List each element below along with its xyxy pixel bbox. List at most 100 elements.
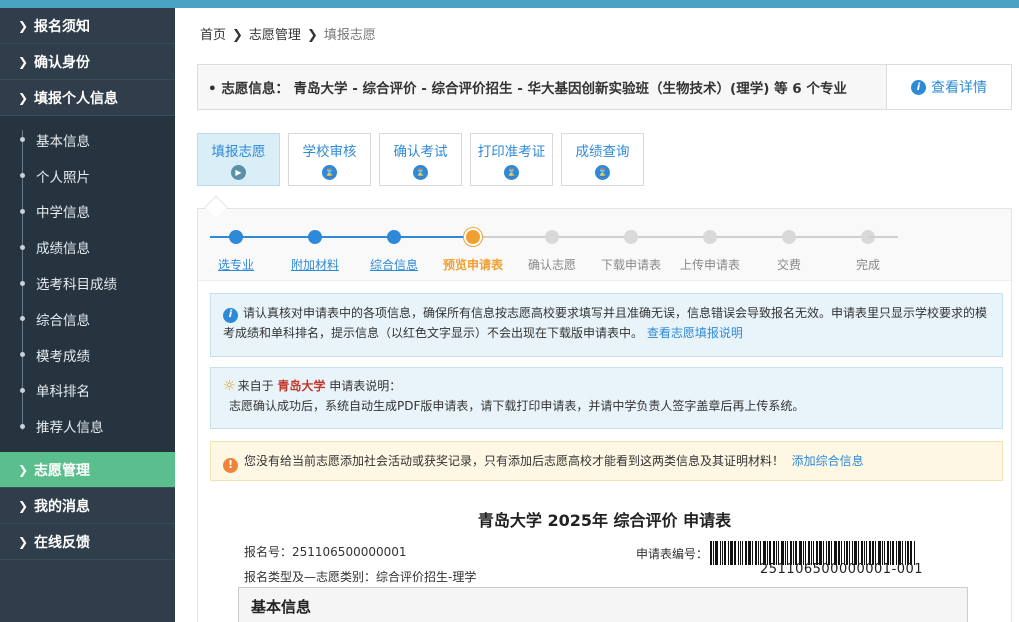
- barcode-bar: [710, 541, 712, 565]
- chevron-right-icon: ❯: [18, 462, 29, 477]
- bullet-icon: [20, 173, 25, 179]
- sidebar-sub-basic-info[interactable]: 基本信息: [0, 122, 175, 158]
- stage-tabs: 填报志愿 ▶ 学校审核 ⌛ 确认考试 ⌛ 打印准考证 ⌛ 成绩查询 ⌛: [197, 133, 644, 186]
- info-icon: i: [911, 79, 926, 95]
- progress-step-label: 下载申请表: [600, 258, 662, 272]
- chevron-down-icon: ❯: [18, 90, 29, 105]
- bullet-icon: [20, 208, 25, 214]
- tab-print-admission[interactable]: 打印准考证 ⌛: [470, 133, 553, 186]
- section-title: 基本信息: [251, 598, 312, 616]
- sidebar-sub-mock-scores[interactable]: 模考成绩: [0, 337, 175, 373]
- sidebar-sub-grades[interactable]: 成绩信息: [0, 229, 175, 265]
- bullet-icon: [20, 352, 25, 358]
- sidebar-sub-referee[interactable]: 推荐人信息: [0, 408, 175, 444]
- info-icon: i: [223, 307, 238, 323]
- add-comprehensive-info-link[interactable]: 添加综合信息: [792, 454, 864, 468]
- hourglass-icon: ⌛: [413, 164, 428, 180]
- application-number: 251106500000001-001: [760, 562, 924, 577]
- hourglass-icon: ⌛: [322, 164, 337, 180]
- chevron-right-icon: ❯: [18, 534, 29, 549]
- bullet-icon: [20, 316, 25, 322]
- application-info-text: • 志愿信息： 青岛大学 - 综合评价 - 综合评价招生 - 华大基因创新实验班…: [208, 81, 847, 97]
- barcode-bar: [734, 541, 736, 565]
- tab-school-review[interactable]: 学校审核 ⌛: [288, 133, 371, 186]
- chevron-right-icon: ❯: [232, 28, 243, 43]
- progress-step-dot: [466, 230, 480, 244]
- sidebar-sub-comprehensive-info[interactable]: 综合信息: [0, 301, 175, 337]
- barcode-bar: [728, 541, 729, 565]
- breadcrumb-application-mgmt[interactable]: 志愿管理: [249, 28, 301, 43]
- progress-step-label[interactable]: 附加材料: [291, 256, 339, 273]
- application-info-bar: • 志愿信息： 青岛大学 - 综合评价 - 综合评价招生 - 华大基因创新实验班…: [197, 64, 1012, 110]
- application-number-label: 申请表编号：: [636, 547, 709, 561]
- progress-step-label: 确认志愿: [527, 258, 577, 272]
- progress-line: [473, 236, 552, 238]
- tab-confirm-exam[interactable]: 确认考试 ⌛: [379, 133, 462, 186]
- barcode-bar: [738, 541, 739, 565]
- barcode-bar: [720, 541, 721, 565]
- bullet-icon: [20, 387, 25, 393]
- school-notice-body: 志愿确认成功后，系统自动生成PDF版申请表，请下载打印申请表，并请中学负责人签字…: [229, 399, 805, 413]
- sidebar-item-application-mgmt[interactable]: ❯ 志愿管理: [0, 452, 175, 489]
- hourglass-icon: ⌛: [595, 164, 610, 180]
- view-instructions-link[interactable]: 查看志愿填报说明: [647, 326, 743, 340]
- barcode-bar: [715, 541, 718, 565]
- progress-line: [631, 236, 710, 238]
- sidebar-item-messages[interactable]: ❯ 我的消息: [0, 488, 175, 525]
- barcode-bar: [730, 541, 733, 565]
- sidebar-sub-photo[interactable]: 个人照片: [0, 158, 175, 194]
- breadcrumb-current: 填报志愿: [323, 28, 376, 43]
- tab-fill-application[interactable]: 填报志愿 ▶: [197, 133, 280, 186]
- breadcrumb-home[interactable]: 首页: [200, 28, 226, 43]
- barcode-bar: [755, 541, 757, 565]
- registration-type: 报名类型及—志愿类别：综合评价招生-理学: [244, 570, 477, 584]
- progress-line: [868, 236, 898, 238]
- progress-line: [236, 236, 315, 238]
- sidebar-item-feedback[interactable]: ❯ 在线反馈: [0, 524, 175, 561]
- progress-step-dot: [387, 230, 401, 244]
- barcode-bar: [742, 541, 743, 565]
- progress-step-label[interactable]: 综合信息: [370, 256, 418, 273]
- top-accent-bar: [0, 0, 1019, 8]
- tab-score-query[interactable]: 成绩查询 ⌛: [561, 133, 644, 186]
- progress-step-dot: [703, 230, 717, 244]
- main-content: 首页 ❯ 志愿管理 ❯ 填报志愿 • 志愿信息： 青岛大学 - 综合评价 - 综合评价招…: [175, 8, 1019, 622]
- progress-step-dot: [229, 230, 243, 244]
- verify-notice: i 请认真核对申请表中的各项信息，确保所有信息按志愿高校要求填写并且准确无误，信息…: [210, 293, 1003, 357]
- bullet-icon: [20, 244, 25, 250]
- chevron-right-icon: ❯: [18, 18, 29, 33]
- application-panel: 选专业 附加材料 综合信息 预览申请表 确认志愿 下载申请表 上传申请表 交费 完成 i 请认真核…: [197, 208, 1012, 622]
- barcode-bar: [724, 541, 726, 565]
- view-details-button[interactable]: i 查看详情: [886, 65, 1011, 109]
- chevron-right-icon: ❯: [18, 54, 29, 69]
- school-name: 青岛大学: [277, 379, 326, 393]
- progress-step-dot: [782, 230, 796, 244]
- sidebar-item-notice[interactable]: ❯ 报名须知: [0, 8, 175, 44]
- chevron-right-icon: ❯: [18, 498, 29, 513]
- progress-step-label[interactable]: 选专业: [218, 256, 254, 273]
- sidebar-item-confirm-identity[interactable]: ❯ 确认身份: [0, 44, 175, 80]
- missing-info-warning: ! 您没有给当前志愿添加社会活动或获奖记录，只有添加后志愿高校才能看到这两类信息及…: [210, 441, 1003, 481]
- breadcrumb: 首页 ❯ 志愿管理 ❯ 填报志愿: [200, 24, 376, 43]
- chevron-right-icon: ❯: [306, 28, 318, 43]
- sidebar-item-personal-info[interactable]: ❯ 填报个人信息: [0, 80, 175, 116]
- form-title: 青岛大学 2025年 综合评价 申请表: [477, 511, 732, 530]
- progress-step-label: 完成: [855, 258, 881, 272]
- bullet-icon: [20, 280, 25, 286]
- bullet-icon: [20, 137, 25, 143]
- sidebar-sub-subject-rank[interactable]: 单科排名: [0, 373, 175, 409]
- barcode-bar: [722, 541, 723, 565]
- sidebar-sub-school-info[interactable]: 中学信息: [0, 194, 175, 230]
- lightbulb-icon: ☼: [223, 378, 236, 394]
- barcode-bar: [740, 541, 741, 565]
- barcode-bar: [758, 541, 759, 565]
- barcode-bar: [713, 541, 714, 565]
- progress-line: [552, 236, 631, 238]
- sidebar-sub-elective-scores[interactable]: 选考科目成绩: [0, 265, 175, 301]
- bullet-icon: [20, 423, 25, 429]
- progress-step-label: 预览申请表: [442, 258, 504, 272]
- hourglass-icon: ⌛: [504, 164, 519, 180]
- sidebar: ❯ 报名须知 ❯ 确认身份 ❯ 填报个人信息 基本信息 个人照片 中学信息 成绩信息 …: [0, 8, 175, 622]
- barcode-bar: [752, 541, 753, 565]
- progress-line: [789, 236, 868, 238]
